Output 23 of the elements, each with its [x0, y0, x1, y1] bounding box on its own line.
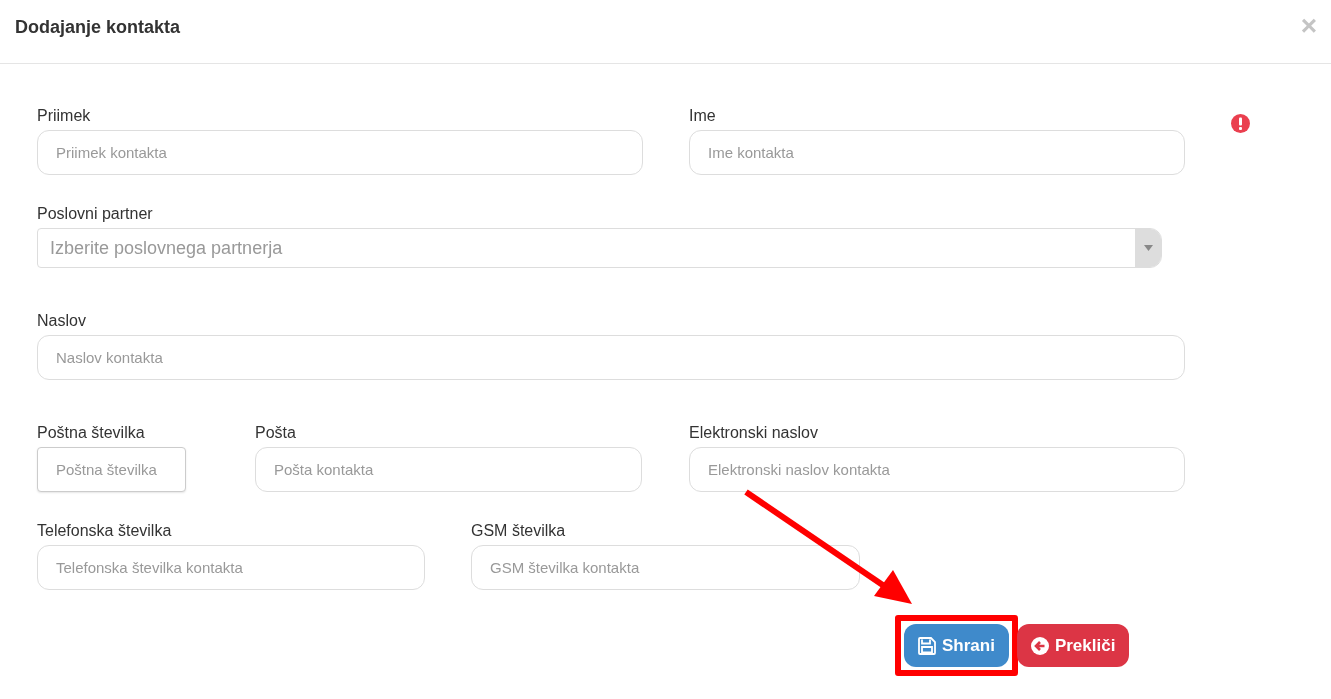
input-field[interactable]: Telefonska številka kontakta: [37, 545, 425, 590]
dropdown-field[interactable]: Izberite poslovnega partnerja: [37, 228, 1162, 268]
field-label: Naslov: [37, 311, 87, 331]
input-field[interactable]: Ime kontakta: [689, 130, 1185, 175]
input-field[interactable]: Poštna številka: [37, 447, 186, 492]
input-field[interactable]: Pošta kontakta: [255, 447, 642, 492]
field-label: Priimek: [37, 106, 92, 126]
input-field[interactable]: GSM številka kontakta: [471, 545, 860, 590]
error-icon: [1231, 114, 1250, 133]
dialog-title: Dodajanje kontakta: [15, 17, 181, 38]
field-label: Poslovni partner: [37, 204, 154, 224]
input-field[interactable]: Naslov kontakta: [37, 335, 1185, 380]
save-button[interactable]: Shrani: [904, 624, 1009, 667]
field-label: GSM številka: [471, 521, 567, 541]
field-label: Ime: [689, 106, 717, 126]
cancel-button[interactable]: Prekliči: [1016, 624, 1130, 667]
field-label: Elektronski naslov: [689, 423, 819, 443]
field-label: Poštna številka: [37, 423, 146, 443]
field-label: Pošta: [255, 423, 297, 443]
input-field[interactable]: Priimek kontakta: [37, 130, 643, 175]
input-field[interactable]: Elektronski naslov kontakta: [689, 447, 1185, 492]
field-label: Telefonska številka: [37, 521, 173, 541]
caret-icon: [1143, 245, 1153, 251]
